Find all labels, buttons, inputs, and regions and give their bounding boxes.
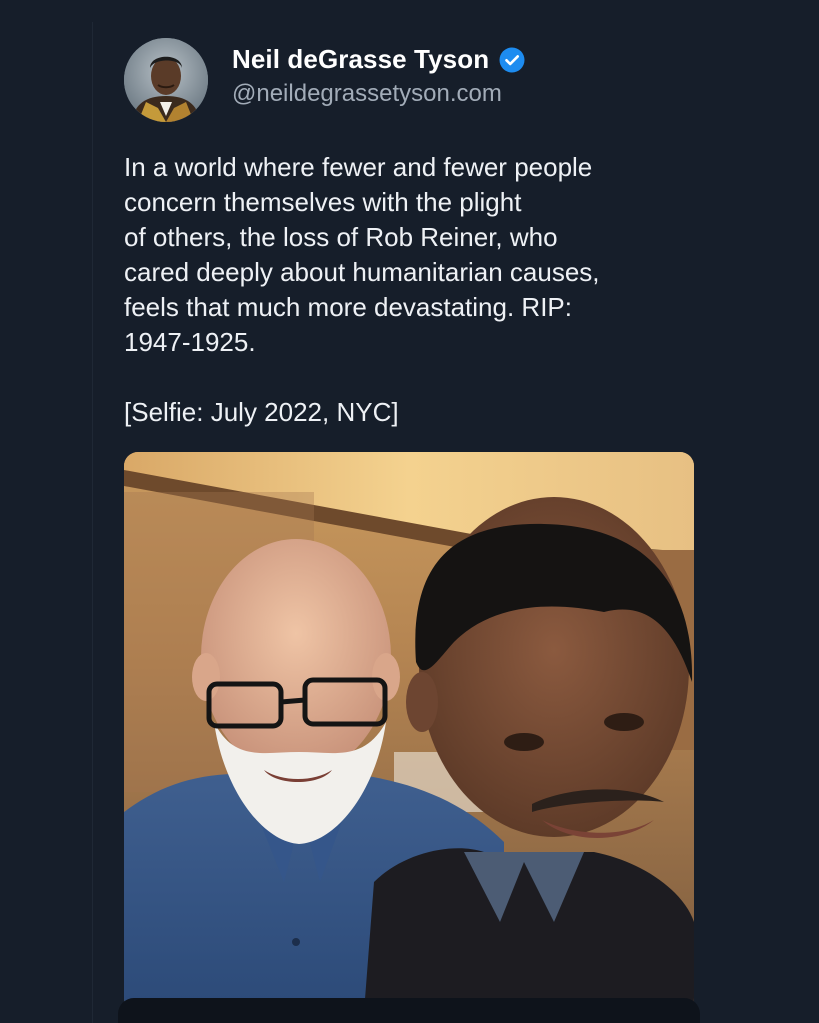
post-caption: [Selfie: July 2022, NYC] [124,397,399,427]
thread-line [92,22,93,1023]
post-text-line: 1947-1925. [124,327,256,357]
avatar[interactable] [124,38,208,122]
post-text-line: concern themselves with the plight [124,187,522,217]
post: Neil deGrasse Tyson @neildegrassetyson.c… [124,38,724,430]
post-photo[interactable] [124,452,694,1012]
author-handle[interactable]: @neildegrassetyson.com [232,80,525,108]
post-screen: Neil deGrasse Tyson @neildegrassetyson.c… [0,0,819,1023]
post-text-line: In a world where fewer and fewer people [124,152,593,182]
post-header: Neil deGrasse Tyson @neildegrassetyson.c… [124,38,724,122]
author-info: Neil deGrasse Tyson @neildegrassetyson.c… [232,44,525,108]
media-footer-bar [118,998,700,1023]
post-text-line: feels that much more devastating. RIP: [124,292,572,322]
post-text-line: of others, the loss of Rob Reiner, who [124,222,558,252]
selfie-image [124,452,694,1012]
verified-badge-icon [499,47,525,73]
post-text: In a world where fewer and fewer people … [124,150,684,430]
avatar-image [124,38,208,122]
post-text-line: cared deeply about humanitarian causes, [124,257,600,287]
author-display-name[interactable]: Neil deGrasse Tyson [232,44,489,75]
display-name-row: Neil deGrasse Tyson [232,44,525,75]
